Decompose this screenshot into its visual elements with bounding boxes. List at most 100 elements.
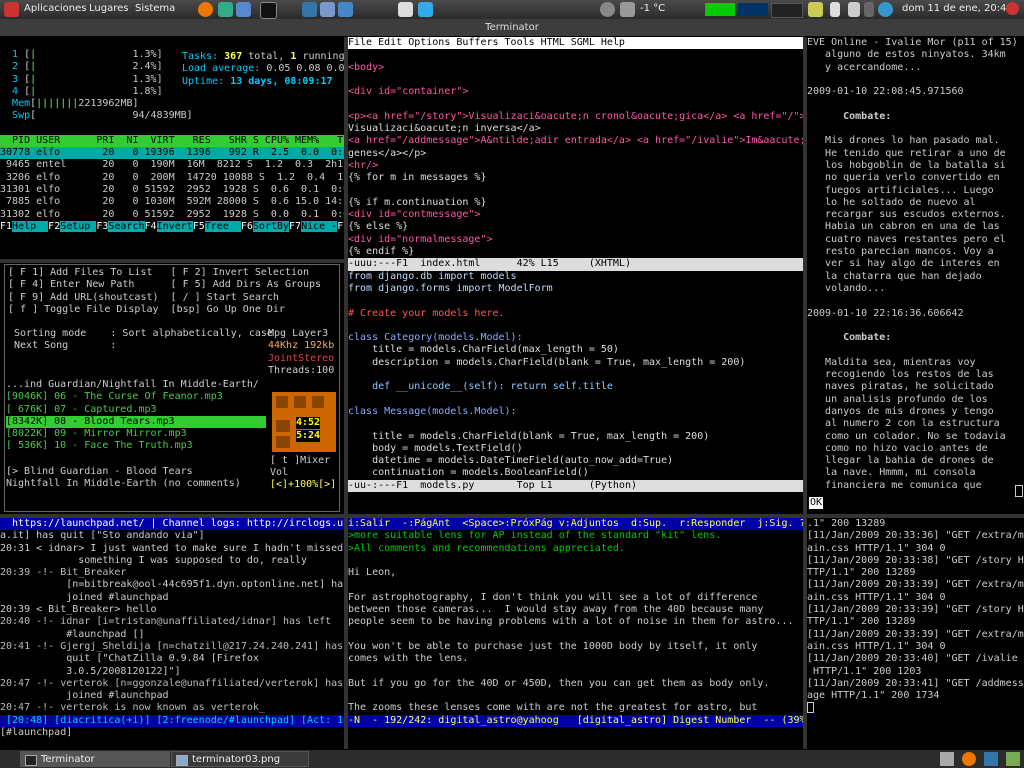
- code-line[interactable]: {% else %}: [348, 221, 803, 233]
- irc-input[interactable]: [#launchpad]: [0, 727, 344, 739]
- function-key-label[interactable]: Invert: [156, 220, 193, 232]
- code-line[interactable]: body = models.TextField(): [348, 443, 803, 455]
- mixer-label[interactable]: [ t ]Mixer: [270, 455, 330, 467]
- function-key-label[interactable]: Help: [12, 220, 49, 232]
- pause-button[interactable]: [294, 396, 306, 408]
- function-key-label[interactable]: Setup: [60, 220, 97, 232]
- update-icon[interactable]: [878, 2, 893, 17]
- prev-button[interactable]: [276, 396, 288, 408]
- code-line[interactable]: <div id="contmessage">: [348, 209, 803, 221]
- server-log-pane[interactable]: .1" 200 13289 [11/Jan/2009 20:33:36] "GET…: [807, 518, 1024, 749]
- playlist-item[interactable]: [9046K] 06 - The Curse Of Feanor.mp3: [6, 391, 266, 403]
- code-line[interactable]: genes</a></p>: [348, 148, 803, 160]
- temperature-readout[interactable]: -1 °C: [640, 3, 665, 15]
- volume-icon[interactable]: [848, 2, 860, 17]
- mem-monitor-graph[interactable]: [738, 3, 768, 16]
- rewind-button[interactable]: [276, 420, 290, 432]
- playlist-item[interactable]: [ 676K] 07 - Captured.mp3: [6, 404, 266, 416]
- menu-aplicaciones[interactable]: Aplicaciones: [24, 3, 86, 15]
- function-key[interactable]: F1: [0, 221, 12, 232]
- menu-sistema[interactable]: Sistema: [135, 3, 175, 15]
- code-line[interactable]: [348, 418, 803, 430]
- code-line[interactable]: def __unicode__(self): return self.title: [348, 381, 803, 393]
- code-line[interactable]: title = models.CharField(max_length = 50…: [348, 344, 803, 356]
- code-line[interactable]: <a href="/addmessage">A&ntilde;adir entr…: [348, 135, 803, 147]
- function-key[interactable]: F7: [289, 221, 301, 232]
- process-row[interactable]: 31301 elfo 20 0 51592 2952 1928 S 0.6 0.…: [0, 184, 344, 196]
- python-task-icon[interactable]: [984, 752, 998, 766]
- player-menu-line[interactable]: [ F 1] Add Files To List [ F 2] Invert S…: [8, 267, 321, 279]
- forward-button[interactable]: [276, 436, 290, 448]
- network-status-icon[interactable]: [864, 2, 874, 17]
- horizontal-splitter-htop[interactable]: [0, 259, 344, 263]
- notes-icon[interactable]: [808, 2, 823, 17]
- function-key-label[interactable]: SortBy: [252, 220, 290, 232]
- code-line[interactable]: class Category(models.Model):: [348, 332, 803, 344]
- function-key-label[interactable]: Tree: [204, 220, 241, 232]
- vertical-splitter-left[interactable]: [344, 37, 348, 749]
- music-player-pane[interactable]: [ F 1] Add Files To List [ F 2] Invert S…: [0, 262, 344, 515]
- function-key-label[interactable]: Nice -: [301, 220, 338, 232]
- code-line[interactable]: <body>: [348, 62, 803, 74]
- task-screenshot[interactable]: terminator03.png: [171, 751, 309, 767]
- code-line[interactable]: from django.db import models: [348, 271, 803, 283]
- monitor-icon[interactable]: [236, 2, 251, 17]
- irc-pane[interactable]: https://launchpad.net/ | Channel logs: h…: [0, 518, 344, 749]
- eve-reader-pane[interactable]: EVE Online - Ivalie Mor (p11 of 15) algu…: [807, 37, 1024, 514]
- code-line[interactable]: title = models.CharField(blank = True, m…: [348, 431, 803, 443]
- emacs-menubar[interactable]: File Edit Options Buffers Tools HTML SGM…: [348, 37, 803, 50]
- player-menu-line[interactable]: [ F 4] Enter New Path [ F 5] Add Dirs As…: [8, 279, 321, 291]
- function-key[interactable]: F3: [96, 221, 108, 232]
- chat-icon[interactable]: [320, 2, 335, 17]
- process-row[interactable]: 30778 elfo 20 0 19396 1396 992 R 2.5 0.0…: [0, 147, 344, 160]
- code-line[interactable]: [348, 49, 803, 61]
- settings-icon[interactable]: [398, 2, 413, 17]
- clock[interactable]: dom 11 de ene, 20:48: [902, 3, 1013, 15]
- htop-pane[interactable]: 1 [| 1.3%] 2 [| 2.4%] 3 [| 1.3%] 4 [| 1.…: [0, 37, 344, 259]
- code-line[interactable]: [348, 74, 803, 86]
- code-line[interactable]: from django.forms import ModelForm: [348, 283, 803, 295]
- code-line[interactable]: <div id="normalmessage">: [348, 234, 803, 246]
- mail-icon[interactable]: [218, 2, 233, 17]
- playlist-item[interactable]: [ 536K] 10 - Face The Truth.mp3: [6, 440, 266, 452]
- code-line[interactable]: datetime = models.DateTimeField(auto_now…: [348, 455, 803, 467]
- code-line[interactable]: Visualizaci&oacute;n inversa</a>: [348, 123, 803, 135]
- code-line[interactable]: [348, 394, 803, 406]
- trash-icon[interactable]: [1006, 752, 1020, 766]
- emacs-pane[interactable]: File Edit Options Buffers Tools HTML SGM…: [348, 37, 803, 499]
- process-row[interactable]: 7885 elfo 20 0 1030M 592M 28000 S 0.6 15…: [0, 196, 344, 208]
- shutdown-icon[interactable]: [1006, 2, 1019, 15]
- terminal-icon[interactable]: [260, 2, 277, 19]
- code-line[interactable]: [348, 98, 803, 110]
- playlist-item[interactable]: [8342K] 08 - Blood Tears.mp3: [6, 415, 266, 429]
- html-buffer[interactable]: <body> <div id="container"> <p><a href="/s…: [348, 49, 803, 258]
- code-line[interactable]: <div id="container">: [348, 86, 803, 98]
- power-icon[interactable]: [600, 2, 615, 17]
- code-line[interactable]: {% for m in messages %}: [348, 172, 803, 184]
- python-buffer[interactable]: from django.db import models from django.…: [348, 271, 803, 480]
- code-line[interactable]: {% endif %}: [348, 246, 803, 258]
- function-key-label[interactable]: Search: [108, 220, 145, 232]
- code-line[interactable]: [348, 295, 803, 307]
- vertical-splitter-right[interactable]: [803, 37, 807, 749]
- horizontal-splitter-main[interactable]: [0, 514, 1024, 518]
- volume-control[interactable]: [<]+100%[>]: [270, 479, 336, 491]
- window-titlebar[interactable]: Terminator: [0, 19, 1024, 36]
- function-key[interactable]: F2: [48, 221, 60, 232]
- cpu-monitor-graph[interactable]: [705, 3, 735, 16]
- code-line[interactable]: <hr/>: [348, 160, 803, 172]
- function-key[interactable]: F6: [241, 221, 253, 232]
- ok-button[interactable]: OK: [809, 497, 824, 510]
- function-key[interactable]: F4: [145, 221, 157, 232]
- python-icon[interactable]: [302, 2, 317, 17]
- battery-icon[interactable]: [830, 2, 840, 17]
- function-key[interactable]: F8: [337, 221, 344, 232]
- code-line[interactable]: class Message(models.Model):: [348, 406, 803, 418]
- process-table-header[interactable]: PID USER PRI NI VIRT RES SHR S CPU% MEM%…: [0, 134, 344, 148]
- code-line[interactable]: <p><a href="/story">Visualizaci&oacute;n…: [348, 111, 803, 123]
- menu-lugares[interactable]: Lugares: [89, 3, 128, 15]
- process-row[interactable]: 31302 elfo 20 0 51592 2952 1928 S 0.0 0.…: [0, 209, 344, 221]
- workspace-1[interactable]: [940, 752, 954, 766]
- mutt-pane[interactable]: i:Salir -:PágAnt <Space>:PróxPág v:Adjun…: [348, 518, 803, 749]
- code-line[interactable]: {% if m.continuation %}: [348, 197, 803, 209]
